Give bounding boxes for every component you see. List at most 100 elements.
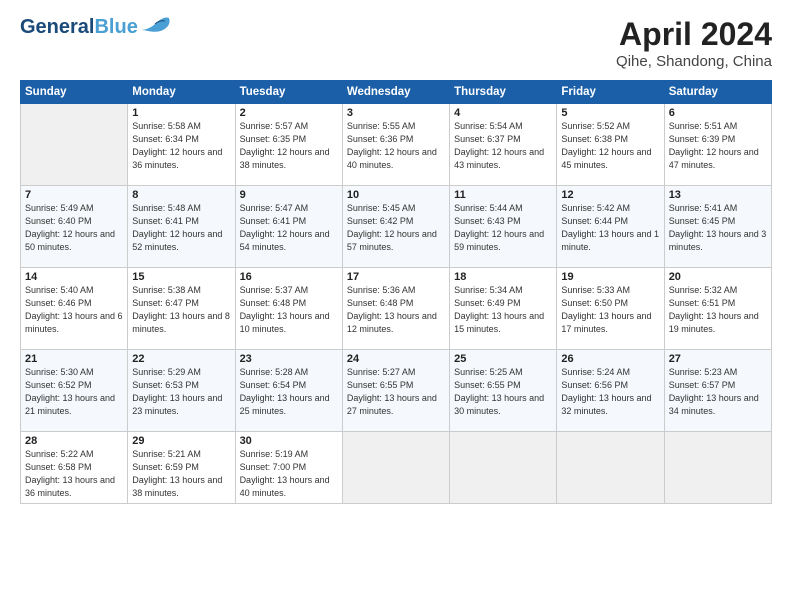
cell-info: Sunrise: 5:34 AMSunset: 6:49 PMDaylight:… [454,284,552,336]
cell-info: Sunrise: 5:38 AMSunset: 6:47 PMDaylight:… [132,284,230,336]
table-row: 23Sunrise: 5:28 AMSunset: 6:54 PMDayligh… [235,350,342,432]
cell-info: Sunrise: 5:37 AMSunset: 6:48 PMDaylight:… [240,284,338,336]
title-block: April 2024 Qihe, Shandong, China [616,16,772,70]
table-row: 15Sunrise: 5:38 AMSunset: 6:47 PMDayligh… [128,268,235,350]
table-row [557,432,664,504]
cell-info: Sunrise: 5:49 AMSunset: 6:40 PMDaylight:… [25,202,123,254]
cell-info: Sunrise: 5:58 AMSunset: 6:34 PMDaylight:… [132,120,230,172]
cell-info: Sunrise: 5:44 AMSunset: 6:43 PMDaylight:… [454,202,552,254]
day-number: 24 [347,353,445,365]
day-number: 18 [454,271,552,283]
day-number: 13 [669,189,767,201]
day-number: 16 [240,271,338,283]
table-row: 4Sunrise: 5:54 AMSunset: 6:37 PMDaylight… [450,104,557,186]
table-row: 5Sunrise: 5:52 AMSunset: 6:38 PMDaylight… [557,104,664,186]
cell-info: Sunrise: 5:28 AMSunset: 6:54 PMDaylight:… [240,366,338,418]
col-friday: Friday [557,81,664,104]
table-row: 6Sunrise: 5:51 AMSunset: 6:39 PMDaylight… [664,104,771,186]
cell-info: Sunrise: 5:36 AMSunset: 6:48 PMDaylight:… [347,284,445,336]
day-number: 4 [454,107,552,119]
day-number: 10 [347,189,445,201]
day-number: 23 [240,353,338,365]
table-row: 1Sunrise: 5:58 AMSunset: 6:34 PMDaylight… [128,104,235,186]
table-row: 10Sunrise: 5:45 AMSunset: 6:42 PMDayligh… [342,186,449,268]
logo-bird-icon [141,16,171,38]
table-row: 26Sunrise: 5:24 AMSunset: 6:56 PMDayligh… [557,350,664,432]
table-row: 22Sunrise: 5:29 AMSunset: 6:53 PMDayligh… [128,350,235,432]
table-row: 18Sunrise: 5:34 AMSunset: 6:49 PMDayligh… [450,268,557,350]
day-number: 19 [561,271,659,283]
logo: GeneralBlue [20,16,171,38]
col-thursday: Thursday [450,81,557,104]
table-row: 11Sunrise: 5:44 AMSunset: 6:43 PMDayligh… [450,186,557,268]
day-number: 29 [132,435,230,447]
day-number: 22 [132,353,230,365]
cell-info: Sunrise: 5:33 AMSunset: 6:50 PMDaylight:… [561,284,659,336]
cell-info: Sunrise: 5:22 AMSunset: 6:58 PMDaylight:… [25,448,123,500]
col-tuesday: Tuesday [235,81,342,104]
cell-info: Sunrise: 5:45 AMSunset: 6:42 PMDaylight:… [347,202,445,254]
day-number: 12 [561,189,659,201]
day-number: 6 [669,107,767,119]
cell-info: Sunrise: 5:19 AMSunset: 7:00 PMDaylight:… [240,448,338,500]
table-row [450,432,557,504]
cell-info: Sunrise: 5:51 AMSunset: 6:39 PMDaylight:… [669,120,767,172]
table-row: 13Sunrise: 5:41 AMSunset: 6:45 PMDayligh… [664,186,771,268]
day-number: 11 [454,189,552,201]
day-number: 2 [240,107,338,119]
col-wednesday: Wednesday [342,81,449,104]
table-row: 25Sunrise: 5:25 AMSunset: 6:55 PMDayligh… [450,350,557,432]
day-number: 7 [25,189,123,201]
day-number: 5 [561,107,659,119]
day-number: 8 [132,189,230,201]
table-row: 12Sunrise: 5:42 AMSunset: 6:44 PMDayligh… [557,186,664,268]
page-header: GeneralBlue April 2024 Qihe, Shandong, C… [20,16,772,70]
cell-info: Sunrise: 5:42 AMSunset: 6:44 PMDaylight:… [561,202,659,254]
table-row: 2Sunrise: 5:57 AMSunset: 6:35 PMDaylight… [235,104,342,186]
day-number: 28 [25,435,123,447]
cell-info: Sunrise: 5:32 AMSunset: 6:51 PMDaylight:… [669,284,767,336]
cell-info: Sunrise: 5:25 AMSunset: 6:55 PMDaylight:… [454,366,552,418]
cell-info: Sunrise: 5:41 AMSunset: 6:45 PMDaylight:… [669,202,767,254]
table-row: 30Sunrise: 5:19 AMSunset: 7:00 PMDayligh… [235,432,342,504]
day-number: 26 [561,353,659,365]
cell-info: Sunrise: 5:47 AMSunset: 6:41 PMDaylight:… [240,202,338,254]
cell-info: Sunrise: 5:48 AMSunset: 6:41 PMDaylight:… [132,202,230,254]
table-row: 9Sunrise: 5:47 AMSunset: 6:41 PMDaylight… [235,186,342,268]
day-number: 25 [454,353,552,365]
calendar-page: GeneralBlue April 2024 Qihe, Shandong, C… [0,0,792,612]
cell-info: Sunrise: 5:30 AMSunset: 6:52 PMDaylight:… [25,366,123,418]
calendar-table: Sunday Monday Tuesday Wednesday Thursday… [20,80,772,504]
day-number: 1 [132,107,230,119]
table-row: 27Sunrise: 5:23 AMSunset: 6:57 PMDayligh… [664,350,771,432]
col-sunday: Sunday [21,81,128,104]
table-row: 3Sunrise: 5:55 AMSunset: 6:36 PMDaylight… [342,104,449,186]
table-row: 24Sunrise: 5:27 AMSunset: 6:55 PMDayligh… [342,350,449,432]
cell-info: Sunrise: 5:52 AMSunset: 6:38 PMDaylight:… [561,120,659,172]
table-row: 29Sunrise: 5:21 AMSunset: 6:59 PMDayligh… [128,432,235,504]
table-row: 28Sunrise: 5:22 AMSunset: 6:58 PMDayligh… [21,432,128,504]
table-row: 7Sunrise: 5:49 AMSunset: 6:40 PMDaylight… [21,186,128,268]
table-row [664,432,771,504]
cell-info: Sunrise: 5:23 AMSunset: 6:57 PMDaylight:… [669,366,767,418]
cell-info: Sunrise: 5:40 AMSunset: 6:46 PMDaylight:… [25,284,123,336]
title-location: Qihe, Shandong, China [616,53,772,70]
title-month: April 2024 [616,16,772,53]
cell-info: Sunrise: 5:21 AMSunset: 6:59 PMDaylight:… [132,448,230,500]
logo-general: General [20,16,94,38]
day-number: 17 [347,271,445,283]
cell-info: Sunrise: 5:27 AMSunset: 6:55 PMDaylight:… [347,366,445,418]
cell-info: Sunrise: 5:24 AMSunset: 6:56 PMDaylight:… [561,366,659,418]
table-row [342,432,449,504]
table-row: 21Sunrise: 5:30 AMSunset: 6:52 PMDayligh… [21,350,128,432]
day-number: 27 [669,353,767,365]
table-row: 8Sunrise: 5:48 AMSunset: 6:41 PMDaylight… [128,186,235,268]
table-row: 14Sunrise: 5:40 AMSunset: 6:46 PMDayligh… [21,268,128,350]
day-number: 14 [25,271,123,283]
cell-info: Sunrise: 5:57 AMSunset: 6:35 PMDaylight:… [240,120,338,172]
cell-info: Sunrise: 5:55 AMSunset: 6:36 PMDaylight:… [347,120,445,172]
day-number: 15 [132,271,230,283]
col-saturday: Saturday [664,81,771,104]
day-number: 3 [347,107,445,119]
day-number: 20 [669,271,767,283]
